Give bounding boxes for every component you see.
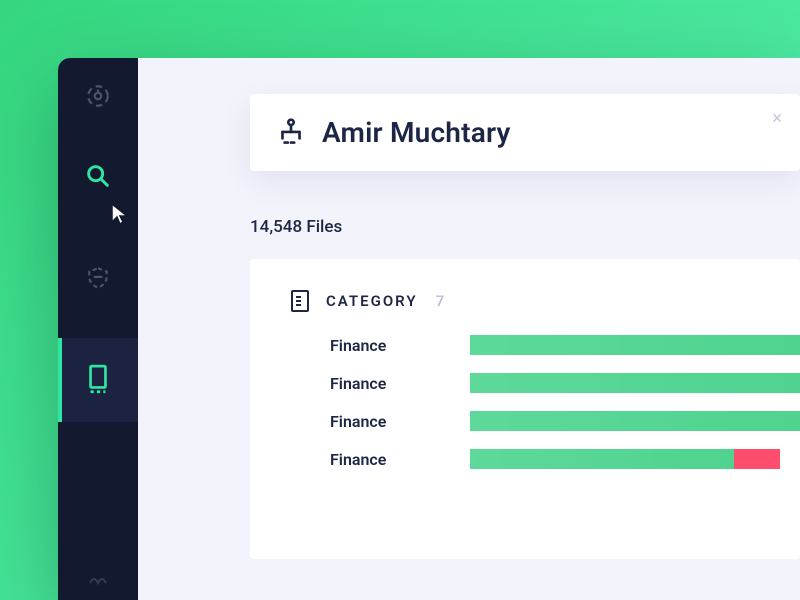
row-bar [470,411,800,431]
main-content: Amir Muchtary × 14,548 Files CATEGORY 7 … [138,58,800,600]
app-window: Amir Muchtary × 14,548 Files CATEGORY 7 … [58,58,800,600]
search-icon [84,162,112,190]
category-row[interactable]: Finance [290,373,800,393]
person-icon [278,117,304,149]
settings-icon [86,573,110,587]
category-label: CATEGORY [326,292,418,310]
row-label: Finance [330,412,470,431]
results-card: CATEGORY 7 Finance Finance Finance Finance [250,259,800,559]
sidebar [58,58,138,600]
category-rows: Finance Finance Finance Finance [290,335,800,469]
row-label: Finance [330,450,470,469]
category-row[interactable]: Finance [290,335,800,355]
row-label: Finance [330,374,470,393]
logo-icon [85,83,111,109]
document-icon [290,289,310,313]
category-row[interactable]: Finance [290,449,800,469]
sidebar-device[interactable] [58,338,138,422]
category-row[interactable]: Finance [290,411,800,431]
search-card: Amir Muchtary × [250,94,800,171]
sidebar-more[interactable] [58,560,138,600]
row-bar [470,449,800,469]
sidebar-search[interactable] [58,134,138,218]
row-bar [470,373,800,393]
search-name: Amir Muchtary [322,116,511,149]
category-header: CATEGORY 7 [290,289,800,313]
row-label: Finance [330,336,470,355]
category-count: 7 [436,292,445,310]
files-count: 14,548 Files [250,217,800,237]
close-icon[interactable]: × [772,108,782,129]
sidebar-shield[interactable] [58,236,138,320]
device-icon [85,364,111,396]
row-bar [470,335,800,355]
sidebar-logo[interactable] [58,76,138,116]
shield-icon [85,265,111,291]
